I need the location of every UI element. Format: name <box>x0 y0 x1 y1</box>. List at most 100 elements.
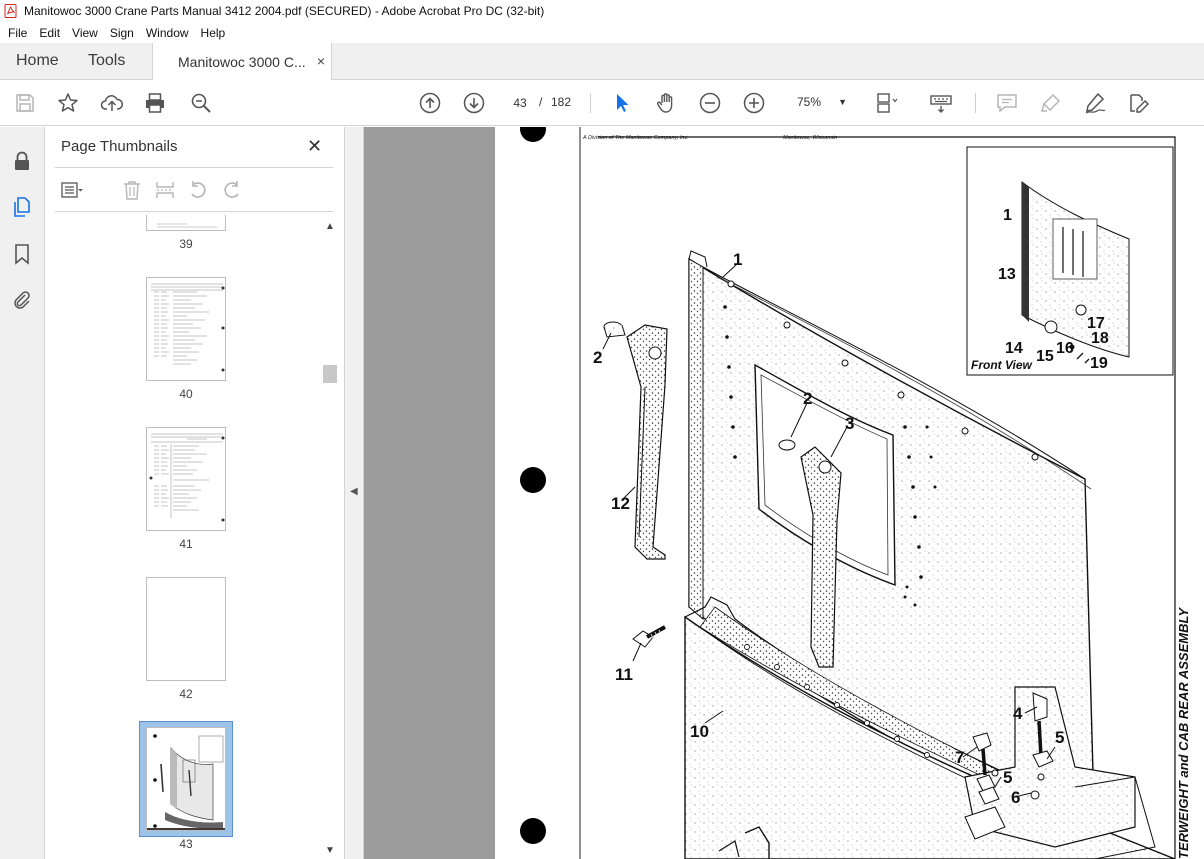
callout-label: 12 <box>611 494 630 513</box>
callout-label: 5 <box>1055 728 1064 747</box>
callout-label: 10 <box>690 722 709 741</box>
menu-sign[interactable]: Sign <box>104 26 140 40</box>
panel-divider <box>55 211 333 212</box>
zoom-select[interactable]: 75% ▼ <box>788 91 852 114</box>
sign-icon[interactable] <box>1083 91 1107 115</box>
tab-tools[interactable]: Tools <box>88 43 125 79</box>
panel-title: Page Thumbnails <box>61 138 178 155</box>
keyboard-icon[interactable] <box>929 91 953 115</box>
total-pages: 182 <box>551 95 572 109</box>
star-icon[interactable] <box>56 91 80 115</box>
highlight-icon[interactable] <box>1039 91 1063 115</box>
search-zoom-icon[interactable] <box>189 91 213 115</box>
page-header-right: Manitowoc, Wisconsin <box>783 135 837 141</box>
scroll-down-icon[interactable]: ▼ <box>325 845 335 856</box>
callout-label: 5 <box>1003 768 1012 787</box>
page-separator: / <box>539 95 543 109</box>
thumbnail-list: 39 40 41 42 43 <box>45 215 335 859</box>
title-bar: Manitowoc 3000 Crane Parts Manual 3412 2… <box>0 0 1204 22</box>
rotate-right-icon[interactable] <box>221 179 243 201</box>
select-arrow-icon[interactable] <box>610 91 634 115</box>
page-thumbnails-icon[interactable] <box>10 195 34 219</box>
inset-callout: 13 <box>998 266 1016 283</box>
chevron-down-icon: ▼ <box>838 97 847 107</box>
callout-label: 7 <box>955 748 964 767</box>
callout-label: 6 <box>1011 788 1020 807</box>
print-icon[interactable] <box>143 91 167 115</box>
collapse-arrow-icon[interactable]: ◀ <box>350 486 358 497</box>
hand-icon[interactable] <box>654 91 678 115</box>
callout-label: 3 <box>845 414 854 433</box>
bookmark-icon[interactable] <box>10 242 34 266</box>
inset-callout: 15 <box>1036 348 1054 365</box>
document-tab-label: Manitowoc 3000 C... <box>178 53 306 70</box>
inset-callout: 16 <box>1056 340 1074 357</box>
binder-hole <box>520 127 546 142</box>
callout-label: 1 <box>733 250 742 269</box>
part-11-bolt-drawing <box>632 625 666 648</box>
menu-bar: File Edit View Sign Window Help <box>0 22 1204 43</box>
part-12-arm-drawing <box>626 324 668 560</box>
thumbnail-page[interactable] <box>146 215 226 231</box>
main-toolbar: 43 / 182 75% ▼ <box>0 80 1204 126</box>
paperclip-icon[interactable] <box>10 288 34 312</box>
page-number-input[interactable]: 43 <box>504 91 536 114</box>
thumbnail-scrollbar[interactable]: ▲ ▼ <box>322 221 338 858</box>
close-tab-button[interactable]: × <box>317 53 325 69</box>
binder-hole <box>520 467 546 493</box>
save-icon[interactable] <box>13 91 37 115</box>
zoom-in-icon[interactable] <box>742 91 766 115</box>
arrow-down-icon[interactable] <box>462 91 486 115</box>
tab-home[interactable]: Home <box>16 43 59 79</box>
options-menu-icon[interactable] <box>61 179 83 201</box>
thumbnail-label: 40 <box>179 387 193 401</box>
acrobat-icon <box>4 4 17 18</box>
tab-document[interactable]: Manitowoc 3000 C... × <box>152 43 332 80</box>
menu-help[interactable]: Help <box>195 26 232 40</box>
binder-hole <box>520 818 546 844</box>
inset-caption: Front View <box>971 358 1033 372</box>
comment-icon[interactable] <box>995 91 1019 115</box>
delete-icon[interactable] <box>121 179 143 201</box>
thumbnail-label: 41 <box>179 537 193 551</box>
thumbnail-label: 39 <box>179 237 193 251</box>
tab-bar: Home Tools Manitowoc 3000 C... × <box>0 43 1204 80</box>
thumbnail-page[interactable] <box>146 577 226 681</box>
callout-label: 2 <box>593 348 602 367</box>
arrow-up-icon[interactable] <box>418 91 442 115</box>
thumbnail-page[interactable] <box>146 277 226 381</box>
thumbnail-label: 43 <box>179 837 193 851</box>
zoom-out-icon[interactable] <box>698 91 722 115</box>
inset-callout: 18 <box>1091 330 1109 347</box>
thumbnail-page[interactable] <box>146 427 226 531</box>
inset-callout: 14 <box>1005 340 1023 357</box>
scrollbar-thumb[interactable] <box>323 365 337 383</box>
side-title: TERWEIGHT and CAB REAR ASSEMBLY <box>1176 607 1191 859</box>
scroll-up-icon[interactable]: ▲ <box>325 221 335 232</box>
callout-label: 11 <box>615 665 633 684</box>
upload-icon[interactable] <box>100 91 124 115</box>
document-viewer[interactable]: ◀ A Division of The Manitowoc Company, I… <box>345 127 1204 859</box>
callout-label: 2 <box>803 389 812 408</box>
pdf-page: A Division of The Manitowoc Company, Inc… <box>495 127 1204 859</box>
lock-icon[interactable] <box>10 149 34 173</box>
callout-label: 4 <box>1013 704 1023 723</box>
toolbar-divider <box>590 93 591 113</box>
menu-window[interactable]: Window <box>140 26 195 40</box>
left-rail <box>0 127 45 859</box>
thumbnail-page-current[interactable] <box>146 727 226 831</box>
edit-icon[interactable] <box>1126 91 1150 115</box>
menu-edit[interactable]: Edit <box>33 26 66 40</box>
close-panel-button[interactable]: ✕ <box>307 136 322 157</box>
menu-view[interactable]: View <box>66 26 104 40</box>
rotate-left-icon[interactable] <box>187 179 209 201</box>
menu-file[interactable]: File <box>0 26 33 40</box>
zoom-value: 75% <box>797 95 822 109</box>
page-fit-icon[interactable] <box>874 91 898 115</box>
thumbnail-panel: Page Thumbnails ✕ 39 40 41 42 43 ▲ ▼ <box>45 127 345 859</box>
insert-pages-icon[interactable] <box>154 179 176 201</box>
panel-collapse-strip[interactable]: ◀ <box>345 127 364 859</box>
thumbnail-label: 42 <box>179 687 193 701</box>
toolbar-divider <box>975 93 976 113</box>
window-title: Manitowoc 3000 Crane Parts Manual 3412 2… <box>24 4 545 18</box>
